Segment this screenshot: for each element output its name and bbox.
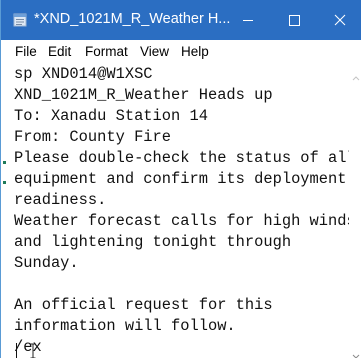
maximize-button[interactable] [271,0,317,40]
text-line: equipment and confirm its deployment [14,170,347,188]
text-line: Weather forecast calls for high winds [14,212,349,230]
notepad-icon [13,13,27,27]
maximize-icon [289,15,300,26]
margin-marker [3,161,6,164]
text-line: From: County Fire [14,128,172,146]
text-line: Please double-check the status of all [14,149,349,167]
menu-view[interactable]: View [140,44,169,59]
close-icon [334,14,346,26]
text-line: sp XND014@W1XSC [14,65,153,83]
text-line: An official request for this [14,296,273,314]
text-line: XND_1021M_R_Weather Heads up [14,86,273,104]
close-button[interactable] [317,0,361,40]
title-bar[interactable]: *XND_1021M_R_Weather H... [1,0,361,40]
margin-marker [3,181,6,184]
text-line: /ex [14,338,42,356]
chevron-down-icon[interactable] [352,347,360,358]
vertical-scrollbar[interactable] [349,64,361,358]
text-editor[interactable]: sp XND014@W1XSC XND_1021M_R_Weather Head… [1,64,361,358]
notepad-window: *XND_1021M_R_Weather H... File Edit Form… [0,0,361,358]
text-caret [16,343,17,358]
ibeam-cursor-icon [29,343,37,358]
text-line: Sunday. [14,254,79,272]
text-line: readiness. [14,191,107,209]
minimize-icon [243,20,253,21]
menu-help[interactable]: Help [181,44,209,59]
window-title: *XND_1021M_R_Weather H... [34,11,231,27]
text-line: information will follow. [14,317,236,335]
text-line: To: Xanadu Station 14 [14,107,208,125]
menu-format[interactable]: Format [85,44,128,59]
chevron-up-icon[interactable] [352,68,360,81]
minimize-button[interactable] [225,0,271,40]
text-content[interactable]: sp XND014@W1XSC XND_1021M_R_Weather Head… [14,64,349,358]
menu-file[interactable]: File [15,44,37,59]
menu-edit[interactable]: Edit [48,44,71,59]
menu-bar: File Edit Format View Help [1,40,361,64]
text-line: and lightening tonight through [14,233,292,251]
